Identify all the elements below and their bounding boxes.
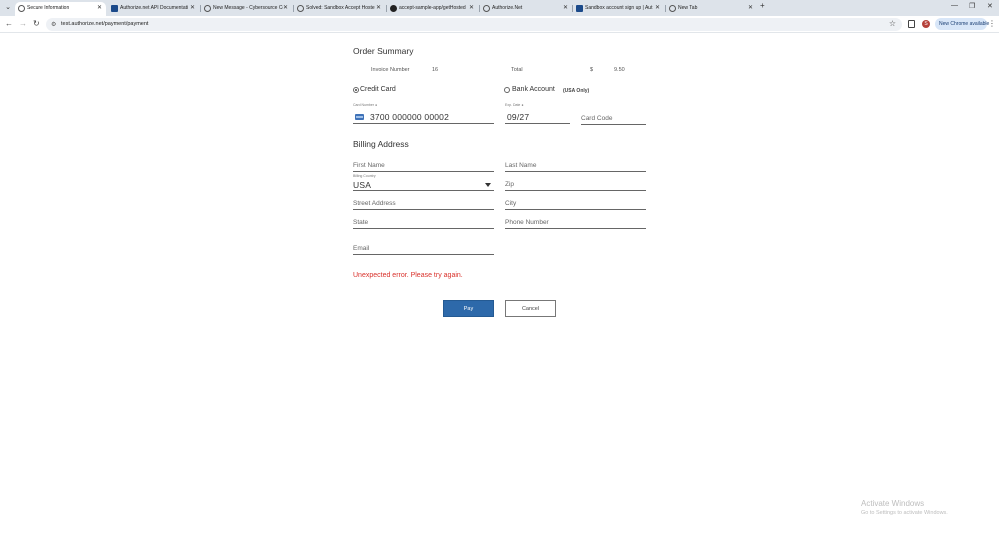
tab-title: Solved: Sandbox Accept Hoste (306, 5, 375, 11)
exp-date-label: Exp. Date ● (505, 103, 524, 107)
activate-windows-title: Activate Windows (861, 499, 925, 508)
spinner-icon (297, 5, 304, 12)
new-chrome-available-button[interactable]: New Chrome available (935, 18, 989, 30)
tab-title: New Tab (678, 5, 698, 11)
billing-country-select[interactable]: Billing Country USA (353, 174, 494, 191)
activate-windows-subtitle: Go to Settings to activate Windows. (861, 510, 948, 516)
payment-page: Order Summary Invoice Number 16 Total $ … (0, 34, 999, 543)
zip-placeholder[interactable]: Zip (505, 181, 514, 188)
chrome-icon (669, 5, 676, 12)
close-icon[interactable]: ✕ (283, 2, 288, 15)
credit-card-icon (355, 114, 364, 120)
tab-secure-information[interactable]: Secure Information ✕ (15, 2, 106, 16)
globe-icon (18, 5, 25, 12)
menu-kebab-icon[interactable]: ⋮ (988, 19, 996, 28)
zip-field[interactable]: Zip (505, 177, 646, 191)
tab-bar: ⌄ Secure Information ✕ Authorize.net API… (0, 0, 999, 16)
tab-new-message[interactable]: New Message - Cybersource Co ✕ (201, 2, 292, 16)
credit-card-radio[interactable] (353, 87, 359, 93)
street-address-placeholder[interactable]: Street Address (353, 200, 396, 207)
bookmark-star-icon[interactable]: ☆ (889, 19, 896, 28)
authorize-icon (111, 5, 118, 12)
profile-avatar[interactable]: S (922, 20, 930, 28)
error-message: Unexpected error. Please try again. (353, 272, 463, 279)
tab-title: New Message - Cybersource Co (213, 5, 283, 11)
close-icon[interactable]: ✕ (748, 2, 753, 15)
globe-icon (483, 5, 490, 12)
state-placeholder[interactable]: State (353, 219, 368, 226)
tab-title: Authorize.Net (492, 5, 523, 11)
city-field[interactable]: City (505, 196, 646, 210)
email-field[interactable]: Email (353, 241, 494, 255)
first-name-placeholder[interactable]: First Name (353, 162, 385, 169)
activate-windows-watermark: Activate Windows Go to Settings to activ… (861, 499, 948, 516)
tab-title: Authorize.net API Documentati (120, 5, 189, 11)
pay-button[interactable]: Pay (443, 300, 494, 317)
close-icon[interactable]: ✕ (469, 2, 474, 15)
authorize-icon (576, 5, 583, 12)
close-icon[interactable]: ✕ (190, 2, 195, 15)
close-icon[interactable]: ✕ (97, 2, 102, 15)
tab-new-tab[interactable]: New Tab ✕ (666, 2, 757, 16)
reload-icon[interactable]: ↻ (33, 19, 40, 28)
exp-date-value[interactable]: 09/27 (507, 112, 529, 122)
url-text[interactable]: test.authorize.net/payment/payment (61, 21, 148, 27)
state-field[interactable]: State (353, 215, 494, 229)
order-summary-heading: Order Summary (353, 46, 414, 56)
bank-account-radio[interactable] (504, 87, 510, 93)
credit-card-label[interactable]: Credit Card (360, 86, 396, 93)
side-panel-icon[interactable] (908, 20, 915, 28)
browser-toolbar: ← → ↻ ⚙ test.authorize.net/payment/payme… (0, 16, 999, 33)
close-icon[interactable]: ✕ (563, 2, 568, 15)
close-icon[interactable]: ✕ (655, 2, 660, 15)
card-number-label: Card Number ● (353, 103, 378, 107)
close-window-icon[interactable]: ✕ (987, 2, 993, 10)
card-code-placeholder[interactable]: Card Code (581, 115, 612, 122)
tab-sandbox-signup[interactable]: Sandbox account sign up | Aut ✕ (573, 2, 664, 16)
forward-arrow-icon[interactable]: → (19, 19, 27, 28)
site-settings-icon[interactable]: ⚙ (51, 21, 56, 28)
email-placeholder[interactable]: Email (353, 245, 369, 252)
usa-only-note: (USA Only) (563, 88, 590, 94)
currency-symbol: $ (590, 67, 594, 73)
card-number-field[interactable]: Card Number ● 3700 000000 00002 (353, 103, 494, 124)
back-arrow-icon[interactable]: ← (5, 19, 13, 28)
billing-country-label: Billing Country (353, 174, 376, 178)
billing-address-heading: Billing Address (353, 139, 409, 149)
total-value: 9.50 (614, 67, 625, 73)
total-label: Total (511, 67, 523, 73)
billing-country-value[interactable]: USA (353, 180, 371, 190)
cancel-button[interactable]: Cancel (505, 300, 556, 317)
restore-icon[interactable]: ❐ (969, 2, 975, 10)
invoice-number-label: Invoice Number (371, 67, 410, 73)
card-number-value[interactable]: 3700 000000 00002 (370, 112, 449, 122)
tab-search-icon[interactable]: ⌄ (3, 3, 13, 13)
phone-number-field[interactable]: Phone Number (505, 215, 646, 229)
new-tab-plus-icon[interactable]: + (760, 1, 765, 10)
address-bar[interactable]: ⚙ test.authorize.net/payment/payment ☆ (46, 18, 902, 31)
last-name-field[interactable]: Last Name (505, 158, 646, 172)
tab-authorize-api-docs[interactable]: Authorize.net API Documentati ✕ (108, 2, 199, 16)
github-icon (390, 5, 397, 12)
first-name-field[interactable]: First Name (353, 158, 494, 172)
invoice-number-value: 16 (432, 67, 439, 73)
close-icon[interactable]: ✕ (376, 2, 381, 15)
last-name-placeholder[interactable]: Last Name (505, 162, 536, 169)
tab-title: Sandbox account sign up | Aut (585, 5, 653, 11)
chevron-down-icon[interactable] (485, 183, 491, 187)
city-placeholder[interactable]: City (505, 200, 516, 207)
phone-number-placeholder[interactable]: Phone Number (505, 219, 549, 226)
tab-solved-sandbox[interactable]: Solved: Sandbox Accept Hoste ✕ (294, 2, 385, 16)
expiration-date-field[interactable]: Exp. Date ● 09/27 (505, 103, 570, 124)
tab-title: accept-sample-app/getHosted (399, 5, 466, 11)
tab-title: Secure Information (27, 5, 70, 11)
spinner-icon (204, 5, 211, 12)
bank-account-label[interactable]: Bank Account (512, 86, 555, 93)
tab-authorize-net[interactable]: Authorize.Net ✕ (480, 2, 572, 16)
card-code-field[interactable]: Card Code (581, 111, 646, 125)
tab-accept-sample-app[interactable]: accept-sample-app/getHosted ✕ (387, 2, 478, 16)
minimize-icon[interactable]: — (951, 2, 958, 9)
street-address-field[interactable]: Street Address (353, 196, 494, 210)
